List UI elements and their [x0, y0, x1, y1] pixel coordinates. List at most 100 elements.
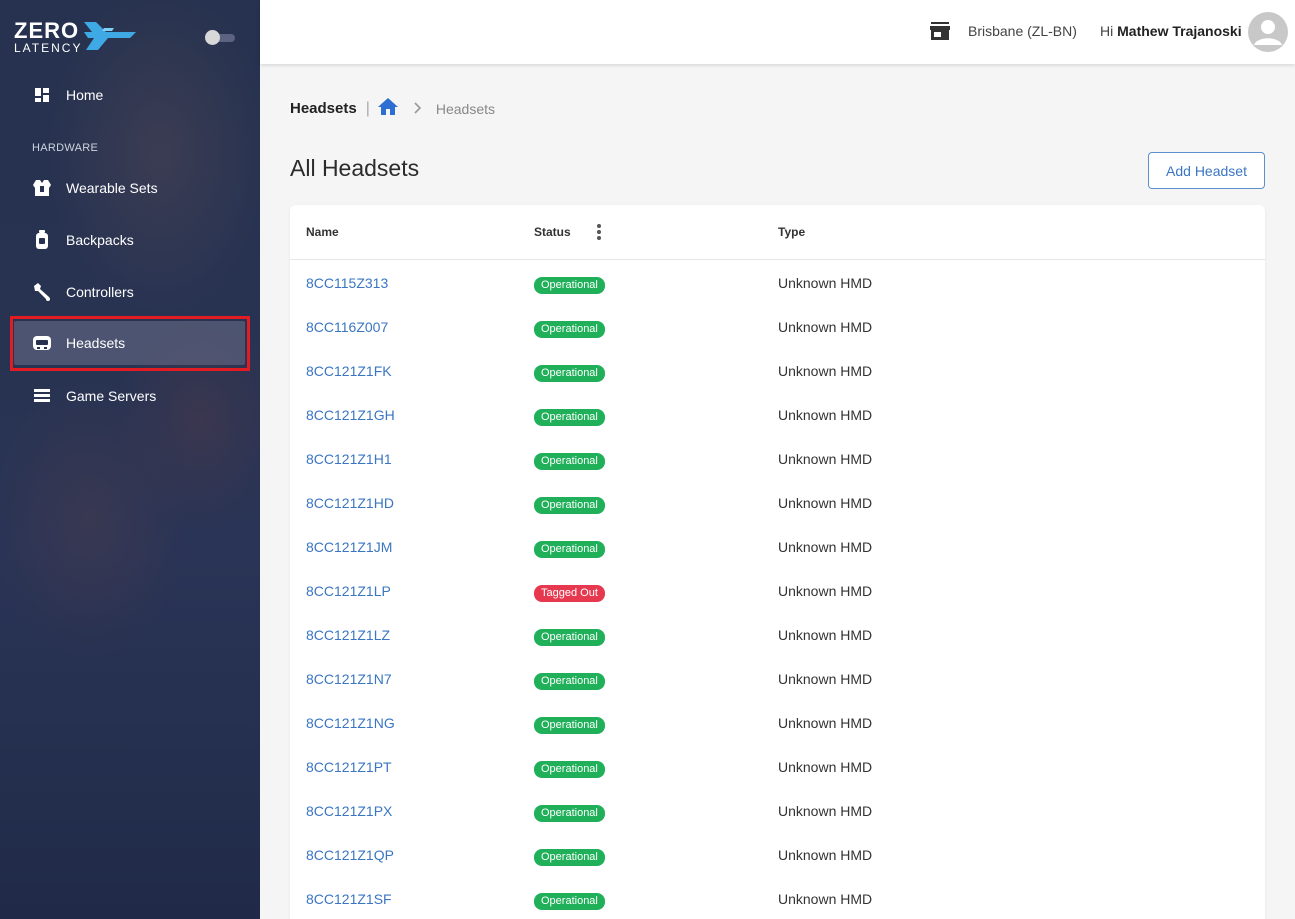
sidebar-item-home[interactable]: Home: [14, 73, 245, 117]
table-row[interactable]: 8CC121Z1GH Operational Unknown HMD: [290, 393, 1265, 437]
zero-latency-logo[interactable]: ZERO LATENCY: [14, 20, 139, 55]
sidebar-item-game-servers[interactable]: Game Servers: [14, 374, 245, 418]
table-row[interactable]: 8CC121Z1QP Operational Unknown HMD: [290, 833, 1265, 877]
status-badge: Operational: [534, 849, 605, 866]
avatar[interactable]: [1248, 12, 1288, 52]
sidebar-item-label: Controllers: [66, 284, 134, 300]
server-icon: [32, 386, 52, 406]
column-header-type[interactable]: Type: [778, 225, 805, 239]
headset-name-link[interactable]: 8CC121Z1H1: [306, 451, 392, 467]
location-selector[interactable]: Brisbane (ZL-BN): [968, 23, 1077, 39]
headset-name-link[interactable]: 8CC121Z1FK: [306, 363, 392, 379]
store-icon[interactable]: [930, 22, 950, 45]
status-badge: Operational: [534, 277, 605, 294]
status-cell: Operational: [534, 715, 605, 734]
column-header-status[interactable]: Status: [534, 225, 571, 239]
user-greeting: Hi Mathew Trajanoski: [1100, 23, 1242, 39]
table-row[interactable]: 8CC121Z1JM Operational Unknown HMD: [290, 525, 1265, 569]
type-cell: Unknown HMD: [778, 891, 873, 907]
controller-icon: [32, 282, 52, 302]
status-cell: Operational: [534, 539, 605, 558]
status-cell: Operational: [534, 759, 605, 778]
type-cell: Unknown HMD: [778, 407, 873, 423]
status-cell: Operational: [534, 847, 605, 866]
status-cell: Operational: [534, 495, 605, 514]
headsets-table: Name Status Type 8CC115Z313 Operational Un…: [290, 205, 1265, 919]
column-header-name[interactable]: Name: [306, 225, 339, 239]
status-badge: Operational: [534, 893, 605, 910]
backpack-icon: [32, 230, 52, 250]
type-cell: Unknown HMD: [778, 539, 873, 555]
table-row[interactable]: 8CC121Z1PT Operational Unknown HMD: [290, 745, 1265, 789]
section-label-hardware: HARDWARE: [32, 142, 99, 154]
status-cell: Operational: [534, 627, 605, 646]
headset-name-link[interactable]: 8CC121Z1GH: [306, 407, 395, 423]
type-cell: Unknown HMD: [778, 715, 873, 731]
toggle-knob: [205, 30, 220, 45]
type-cell: Unknown HMD: [778, 671, 873, 687]
type-cell: Unknown HMD: [778, 759, 873, 775]
status-cell: Operational: [534, 803, 605, 822]
headset-name-link[interactable]: 8CC121Z1QP: [306, 847, 394, 863]
add-headset-button[interactable]: Add Headset: [1148, 152, 1265, 189]
headset-name-link[interactable]: 8CC116Z007: [306, 319, 388, 335]
table-row[interactable]: 8CC121Z1NG Operational Unknown HMD: [290, 701, 1265, 745]
type-cell: Unknown HMD: [778, 495, 873, 511]
status-badge: Operational: [534, 497, 605, 514]
headset-name-link[interactable]: 8CC121Z1PX: [306, 803, 392, 819]
page-title: All Headsets: [290, 155, 420, 181]
greeting-prefix: Hi: [1100, 23, 1114, 39]
home-icon[interactable]: [377, 98, 398, 119]
type-cell: Unknown HMD: [778, 847, 873, 863]
top-bar: Brisbane (ZL-BN) Hi Mathew Trajanoski: [260, 0, 1295, 64]
logo-jet-icon: [84, 22, 136, 50]
status-badge: Operational: [534, 453, 605, 470]
sidebar-item-label: Headsets: [66, 335, 126, 351]
sidebar-item-controllers[interactable]: Controllers: [14, 270, 245, 314]
sidebar-item-wearable-sets[interactable]: Wearable Sets: [14, 166, 245, 210]
sidebar-item-label: Wearable Sets: [66, 180, 158, 196]
table-row[interactable]: 8CC121Z1LZ Operational Unknown HMD: [290, 613, 1265, 657]
sidebar-item-backpacks[interactable]: Backpacks: [14, 218, 245, 262]
status-badge: Operational: [534, 805, 605, 822]
type-cell: Unknown HMD: [778, 803, 873, 819]
headset-name-link[interactable]: 8CC121Z1LZ: [306, 627, 390, 643]
sidebar-item-label: Backpacks: [66, 232, 134, 248]
chevron-right-icon: [414, 101, 422, 117]
headset-name-link[interactable]: 8CC121Z1PT: [306, 759, 392, 775]
headset-icon: [32, 333, 52, 353]
sidebar-item-label: Home: [66, 87, 104, 103]
headset-name-link[interactable]: 8CC121Z1JM: [306, 539, 392, 555]
status-badge: Operational: [534, 629, 605, 646]
headset-name-link[interactable]: 8CC121Z1SF: [306, 891, 392, 907]
sidebar-item-headsets[interactable]: Headsets: [14, 321, 245, 365]
status-cell: Operational: [534, 275, 605, 294]
headset-name-link[interactable]: 8CC115Z313: [306, 275, 388, 291]
sidebar: ZERO LATENCY Home HARDWARE Wearable Sets…: [0, 0, 260, 919]
column-menu-icon[interactable]: [595, 222, 603, 242]
table-row[interactable]: 8CC121Z1SF Operational Unknown HMD: [290, 877, 1265, 919]
type-cell: Unknown HMD: [778, 451, 873, 467]
breadcrumb: Headsets | Headsets: [290, 98, 495, 119]
table-row[interactable]: 8CC121Z1N7 Operational Unknown HMD: [290, 657, 1265, 701]
status-cell: Tagged Out: [534, 583, 605, 602]
table-row[interactable]: 8CC121Z1HD Operational Unknown HMD: [290, 481, 1265, 525]
theme-toggle[interactable]: [205, 30, 235, 45]
status-badge: Operational: [534, 717, 605, 734]
table-row[interactable]: 8CC121Z1FK Operational Unknown HMD: [290, 349, 1265, 393]
sidebar-item-label: Game Servers: [66, 388, 157, 404]
vest-icon: [32, 178, 52, 198]
table-row[interactable]: 8CC116Z007 Operational Unknown HMD: [290, 305, 1265, 349]
headset-name-link[interactable]: 8CC121Z1NG: [306, 715, 395, 731]
status-cell: Operational: [534, 363, 605, 382]
table-row[interactable]: 8CC121Z1H1 Operational Unknown HMD: [290, 437, 1265, 481]
headset-name-link[interactable]: 8CC121Z1LP: [306, 583, 391, 599]
table-row[interactable]: 8CC121Z1PX Operational Unknown HMD: [290, 789, 1265, 833]
status-cell: Operational: [534, 319, 605, 338]
dashboard-icon: [32, 85, 52, 105]
headset-name-link[interactable]: 8CC121Z1N7: [306, 671, 392, 687]
table-row[interactable]: 8CC121Z1LP Tagged Out Unknown HMD: [290, 569, 1265, 613]
table-row[interactable]: 8CC115Z313 Operational Unknown HMD: [290, 261, 1265, 305]
headset-name-link[interactable]: 8CC121Z1HD: [306, 495, 394, 511]
type-cell: Unknown HMD: [778, 319, 873, 335]
